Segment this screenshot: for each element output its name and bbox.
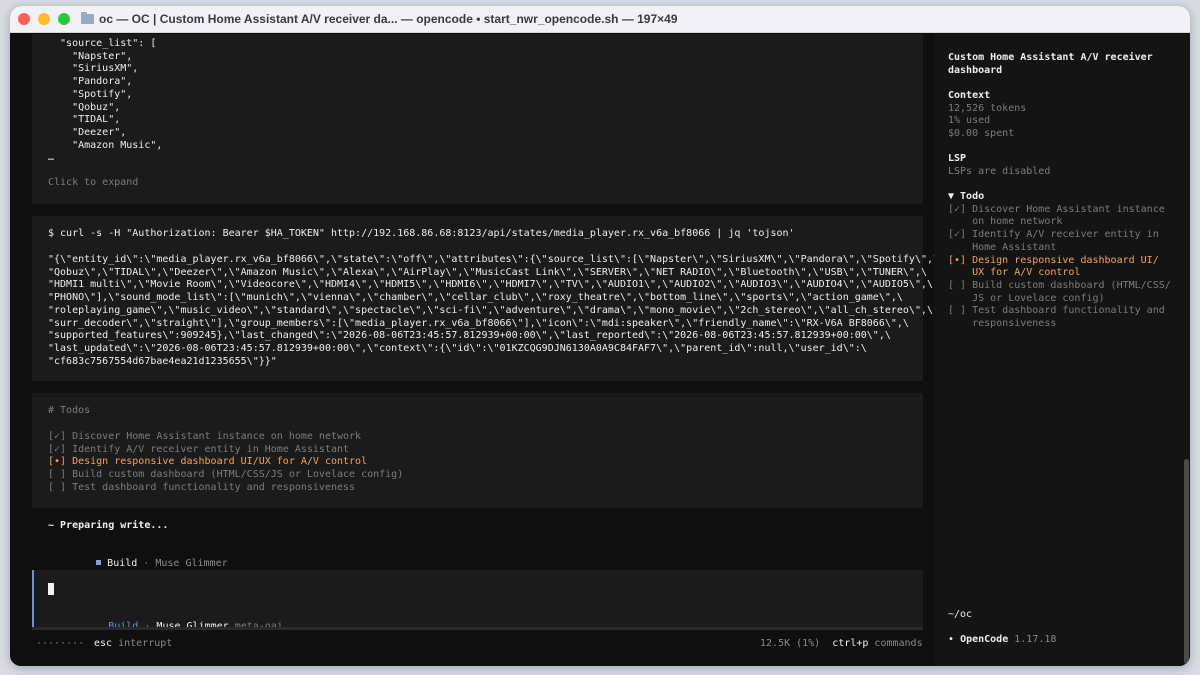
- result-line: "{\"entity_id\":\"media_player.rx_v6a_bf…: [48, 254, 940, 265]
- window-controls: [18, 13, 70, 25]
- output-line: "Qobuz",: [48, 101, 121, 113]
- sidebar-todo-line: responsiveness: [948, 318, 1057, 329]
- window-title: oc — OC | Custom Home Assistant A/V rece…: [81, 12, 678, 26]
- minimize-window-button[interactable]: [38, 13, 50, 25]
- output-line: "TIDAL",: [48, 114, 121, 126]
- sidebar: Custom Home Assistant A/V receiver dashb…: [934, 34, 1190, 666]
- result-line: "last_updated\":\"2026-08-06T23:45:57.81…: [48, 342, 867, 354]
- sidebar-todo-line: UX for A/V control: [948, 267, 1081, 279]
- session-title-line-2: dashboard: [948, 64, 1003, 76]
- main-pane: "source_list": [ "Napster", "SiriusXM", …: [32, 34, 939, 666]
- scrollbar[interactable]: [1184, 459, 1189, 664]
- text-cursor: [48, 583, 54, 600]
- sidebar-todo-line: [ ] Build custom dashboard (HTML/CSS/: [948, 279, 1171, 291]
- result-line: "cf683c7567554d67bae4ea21d1235655\"}}": [48, 355, 277, 367]
- output-line: "Amazon Music",: [48, 139, 163, 151]
- todos-heading: # Todos: [48, 405, 91, 416]
- sidebar-todo-line: [✓] Discover Home Assistant instance: [948, 203, 1165, 215]
- result-line: "supported_features\":909245},\"last_cha…: [48, 330, 891, 342]
- app-name: OpenCode: [960, 634, 1009, 645]
- prompt-input[interactable]: Build · Muse Glimmer meta-oai: [32, 570, 923, 632]
- sidebar-todo-line: [•] Design responsive dashboard UI/: [948, 254, 1159, 266]
- shortcut-label: commands: [874, 638, 923, 649]
- lsp-status: LSPs are disabled: [948, 165, 1051, 177]
- result-line: "roleplaying_game\",\"music_video\",\"st…: [48, 304, 934, 316]
- shell-command: $ curl -s -H "Authorization: Bearer $HA_…: [48, 228, 795, 239]
- session-title-line-1: Custom Home Assistant A/V receiver: [948, 52, 1153, 63]
- window-title-text: oc — OC | Custom Home Assistant A/V rece…: [99, 12, 678, 26]
- todo-item: [✓] Identify A/V receiver entity in Home…: [48, 443, 350, 455]
- todo-item: [ ] Build custom dashboard (HTML/CSS/JS …: [48, 469, 404, 481]
- terminal-content[interactable]: "source_list": [ "Napster", "SiriusXM", …: [10, 34, 1190, 666]
- sidebar-todo-line: [ ] Test dashboard functionality and: [948, 305, 1165, 317]
- output-line: …: [48, 152, 55, 164]
- output-line: "Spotify",: [48, 88, 133, 100]
- todo-toggle[interactable]: ▼ Todo: [948, 191, 984, 204]
- result-line: "PHONO\"],\"sound_mode_list\":[\"munich\…: [48, 292, 903, 304]
- folder-icon: [81, 12, 94, 24]
- result-line: "surr_decoder\",\"straight\"],\"group_me…: [48, 317, 909, 329]
- terminal-window: oc — OC | Custom Home Assistant A/V rece…: [10, 6, 1190, 666]
- zoom-window-button[interactable]: [58, 13, 70, 25]
- output-line: "Napster",: [48, 50, 133, 62]
- footer-right: 12.5K (1%) ctrl+p commands: [760, 638, 923, 651]
- cwd-path: ~/oc: [948, 609, 973, 620]
- esc-hint: esc interrupt: [94, 638, 172, 651]
- context-tokens: 12,526 tokens: [948, 102, 1027, 114]
- result-line: "Qobuz\",\"TIDAL\",\"Deezer\",\"Amazon M…: [48, 266, 927, 278]
- app-status-dot: •: [948, 634, 955, 645]
- agent-separator: ·: [143, 557, 150, 569]
- output-line: "Pandora",: [48, 76, 133, 88]
- context-spent: $0.00 spent: [948, 128, 1015, 140]
- output-line: "source_list": [: [48, 38, 157, 49]
- title-bar: oc — OC | Custom Home Assistant A/V rece…: [10, 6, 1190, 33]
- sidebar-todo-line: JS or Lovelace config): [948, 292, 1105, 304]
- progress-dots: ········: [36, 638, 85, 649]
- preparing-status: ~ Preparing write...: [48, 520, 169, 531]
- context-heading: Context: [948, 90, 991, 101]
- esc-key: esc: [94, 638, 113, 649]
- agent-mode-icon: [96, 560, 102, 566]
- sidebar-todo-line: Home Assistant: [948, 241, 1057, 253]
- close-window-button[interactable]: [18, 13, 30, 25]
- token-usage: 12.5K (1%): [760, 638, 821, 649]
- lsp-heading: LSP: [948, 153, 967, 164]
- agent-mode: Build: [107, 557, 138, 569]
- shortcut-key: ctrl+p: [832, 638, 869, 649]
- output-line: "Deezer",: [48, 126, 127, 138]
- command-output-block: $ curl -s -H "Authorization: Bearer $HA_…: [32, 216, 939, 381]
- todo-item: [•] Design responsive dashboard UI/UX fo…: [48, 456, 368, 468]
- sidebar-todo-line: [✓] Identify A/V receiver entity in: [948, 229, 1159, 241]
- app-version: 1.17.18: [1014, 634, 1057, 645]
- context-used: 1% used: [948, 115, 991, 127]
- divider: [32, 627, 923, 630]
- todo-item: [✓] Discover Home Assistant instance on …: [48, 431, 362, 442]
- agent-name: Muse Glimmer: [155, 557, 228, 569]
- output-line: "SiriusXM",: [48, 63, 139, 75]
- todo-item: [ ] Test dashboard functionality and res…: [48, 481, 356, 493]
- click-to-expand-link[interactable]: Click to expand: [48, 177, 138, 190]
- tool-output-block[interactable]: "source_list": [ "Napster", "SiriusXM", …: [32, 34, 923, 204]
- sidebar-todo-line: on home network: [948, 216, 1063, 228]
- result-line: "HDMI1 multi\",\"Movie Room\",\"Videocor…: [48, 279, 934, 291]
- esc-label: interrupt: [118, 638, 173, 649]
- app-info: • OpenCode 1.17.18: [948, 634, 1056, 647]
- todos-block: # Todos [✓] Discover Home Assistant inst…: [32, 393, 923, 508]
